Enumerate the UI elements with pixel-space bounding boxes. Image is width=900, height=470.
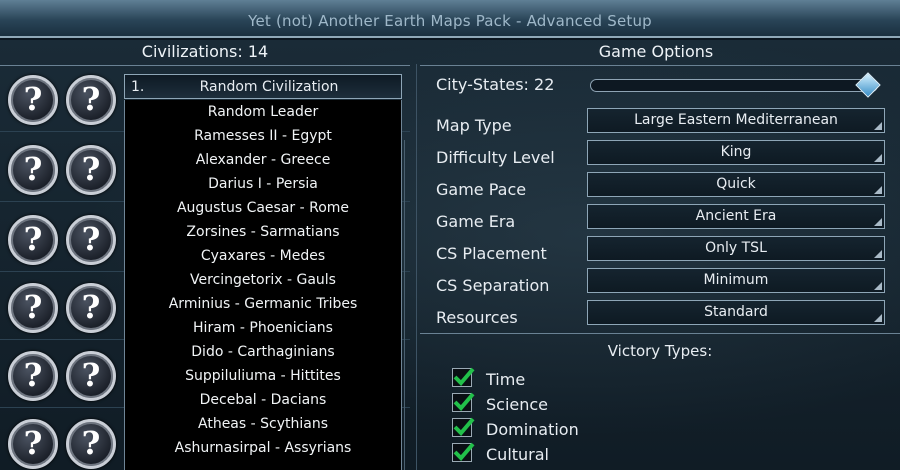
- leader-portrait-icon[interactable]: ?: [8, 215, 58, 265]
- divider: [420, 65, 900, 66]
- selected-civ: Random Civilization: [199, 79, 339, 95]
- civ-select-dropdown[interactable]: 1. Random Civilization: [124, 74, 402, 99]
- dropdown-option[interactable]: Cyaxares - Medes: [125, 244, 401, 268]
- dropdown-option[interactable]: Arminius - Germanic Tribes: [125, 292, 401, 316]
- leader-portrait-icon[interactable]: ?: [8, 351, 58, 401]
- option-value: Large Eastern Mediterranean: [634, 112, 838, 128]
- option-label: Game Pace: [436, 180, 527, 199]
- victory-label: Domination: [486, 420, 579, 439]
- leader-portrait-icon[interactable]: ?: [8, 283, 58, 333]
- victory-label: Science: [486, 395, 549, 414]
- civ-symbol-icon[interactable]: ?: [66, 419, 116, 469]
- cs-separation-select[interactable]: Minimum: [587, 268, 885, 293]
- civ-symbol-icon[interactable]: ?: [66, 75, 116, 125]
- dropdown-option[interactable]: Darius I - Persia: [125, 172, 401, 196]
- title-bar: Yet (not) Another Earth Maps Pack - Adva…: [0, 0, 900, 38]
- dropdown-corner-icon: [874, 186, 882, 194]
- victory-label: Cultural: [486, 445, 549, 464]
- leader-portrait-icon[interactable]: ?: [8, 145, 58, 195]
- divider: [0, 65, 410, 66]
- cs-placement-select[interactable]: Only TSL: [587, 236, 885, 261]
- option-label: Resources: [436, 308, 518, 327]
- game-options-header: Game Options: [598, 42, 714, 61]
- checkmark-icon: [453, 367, 475, 386]
- dropdown-option[interactable]: Random Leader: [125, 100, 401, 124]
- window-title: Yet (not) Another Earth Maps Pack - Adva…: [248, 12, 652, 30]
- dropdown-option[interactable]: Alexander - Greece: [125, 148, 401, 172]
- option-label: CS Placement: [436, 244, 547, 263]
- option-label: Difficulty Level: [436, 148, 555, 167]
- map-type-select[interactable]: Large Eastern Mediterranean: [587, 108, 885, 133]
- dropdown-corner-icon: [874, 314, 882, 322]
- dropdown-option[interactable]: Suppiluliuma - Hittites: [125, 364, 401, 388]
- divider: [420, 333, 900, 334]
- option-value: King: [720, 144, 752, 160]
- dropdown-option[interactable]: Dido - Carthaginians: [125, 340, 401, 364]
- slider-thumb-icon[interactable]: [855, 72, 881, 98]
- dropdown-option[interactable]: Ashurnasirpal - Assyrians: [125, 436, 401, 460]
- option-value: Minimum: [703, 272, 769, 288]
- option-label: Game Era: [436, 212, 516, 231]
- option-label: Map Type: [436, 116, 512, 135]
- city-states-slider[interactable]: [590, 72, 881, 98]
- dropdown-option[interactable]: Atheas - Scythians: [125, 412, 401, 436]
- victory-types-title: Victory Types:: [607, 342, 713, 360]
- option-label: CS Separation: [436, 276, 550, 295]
- column-divider: [416, 64, 417, 470]
- dropdown-option[interactable]: Decebal - Dacians: [125, 388, 401, 412]
- civ-symbol-icon[interactable]: ?: [66, 283, 116, 333]
- difficulty-select[interactable]: King: [587, 140, 885, 165]
- civ-symbol-icon[interactable]: ?: [66, 351, 116, 401]
- victory-checkbox-domination[interactable]: [452, 417, 475, 437]
- victory-checkbox-cultural[interactable]: [452, 442, 475, 462]
- dropdown-corner-icon: [874, 282, 882, 290]
- dropdown-corner-icon: [874, 250, 882, 258]
- victory-label: Time: [486, 370, 526, 389]
- dropdown-corner-icon: [874, 122, 882, 130]
- option-value: Quick: [716, 176, 756, 192]
- dropdown-option[interactable]: Hiram - Phoenicians: [125, 316, 401, 340]
- dropdown-corner-icon: [874, 218, 882, 226]
- player-number: 1.: [131, 79, 145, 95]
- civ-symbol-icon[interactable]: ?: [66, 145, 116, 195]
- checkmark-icon: [453, 442, 475, 461]
- option-value: Standard: [704, 304, 768, 320]
- civ-symbol-icon[interactable]: ?: [66, 215, 116, 265]
- game-era-select[interactable]: Ancient Era: [587, 204, 885, 229]
- checkmark-icon: [453, 392, 475, 411]
- dropdown-option[interactable]: Augustus Caesar - Rome: [125, 196, 401, 220]
- option-value: Ancient Era: [695, 208, 777, 224]
- victory-checkbox-time[interactable]: [452, 367, 475, 387]
- dropdown-corner-icon: [874, 154, 882, 162]
- victory-checkbox-science[interactable]: [452, 392, 475, 412]
- city-states-label: City-States: 22: [436, 75, 555, 94]
- dropdown-option[interactable]: Zorsines - Sarmatians: [125, 220, 401, 244]
- resources-select[interactable]: Standard: [587, 300, 885, 325]
- checkmark-icon: [453, 417, 475, 436]
- civilizations-header: Civilizations: 14: [141, 42, 269, 61]
- list-scrollbar[interactable]: [404, 140, 410, 470]
- leader-portrait-icon[interactable]: ?: [8, 419, 58, 469]
- setup-panel: Civilizations: 14 Game Options ? ? ? ? ?…: [0, 40, 900, 470]
- option-value: Only TSL: [705, 240, 767, 256]
- dropdown-option[interactable]: Ramesses II - Egypt: [125, 124, 401, 148]
- game-pace-select[interactable]: Quick: [587, 172, 885, 197]
- dropdown-option[interactable]: Vercingetorix - Gauls: [125, 268, 401, 292]
- leader-portrait-icon[interactable]: ?: [8, 75, 58, 125]
- civ-dropdown-list: Random Leader Ramesses II - Egypt Alexan…: [124, 100, 402, 470]
